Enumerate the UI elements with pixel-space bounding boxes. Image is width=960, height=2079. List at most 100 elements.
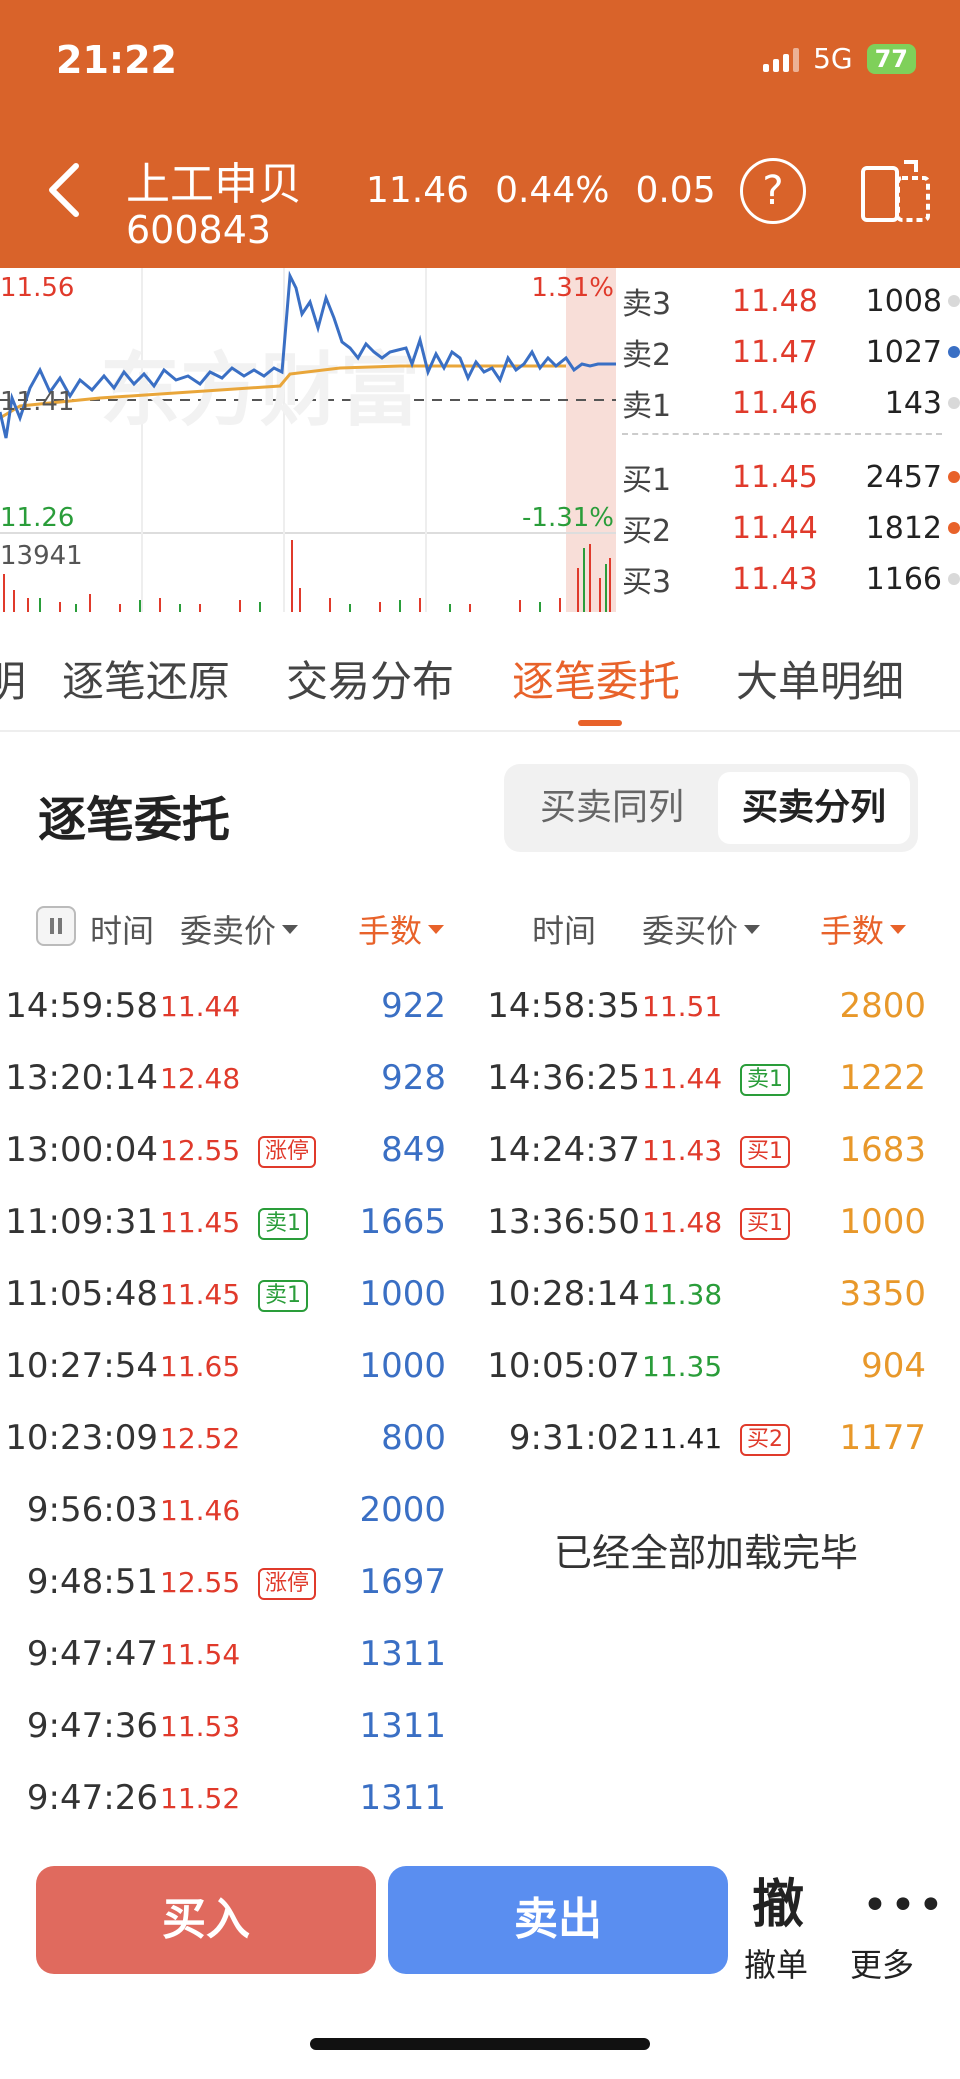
all-loaded-text: 已经全部加载完毕 <box>554 1531 859 1575</box>
order-quantity: 1311 <box>359 1778 446 1818</box>
order-time: 14:36:25 <box>487 1058 640 1098</box>
detail-tabs: 明 逐笔还原 交易分布 逐笔委托 大单明细 <box>0 612 960 732</box>
back-arrow-icon[interactable] <box>44 160 84 220</box>
order-book-sell-row[interactable]: 卖2 11.47 1027 <box>622 327 960 377</box>
order-row[interactable]: 14:36:25 11.44 卖1 1222 <box>480 1050 926 1110</box>
order-price: 11.45 <box>160 1206 241 1239</box>
order-quantity: 1311 <box>359 1706 446 1746</box>
order-row[interactable]: 14:58:35 11.51 2800 <box>480 978 926 1038</box>
level-volume: 2457 <box>865 459 942 495</box>
tab-tick-restore[interactable]: 逐笔还原 <box>62 648 230 709</box>
order-book-buy-row[interactable]: 买1 11.45 2457 <box>622 452 960 502</box>
order-time: 10:27:54 <box>5 1346 158 1386</box>
tab-trade-distribution[interactable]: 交易分布 <box>286 648 454 709</box>
order-quantity: 928 <box>381 1058 446 1098</box>
more-label[interactable]: 更多 <box>850 1940 914 1986</box>
tab-active-indicator <box>578 720 622 726</box>
left-qty-sort[interactable]: 手数 <box>358 906 445 952</box>
order-row[interactable]: 10:27:54 11.65 1000 <box>0 1338 446 1398</box>
caret-down-icon <box>890 924 907 934</box>
seg-same-column[interactable]: 买卖同列 <box>512 772 712 844</box>
order-book-buy-row[interactable]: 买3 11.43 1166 <box>622 554 960 604</box>
section-title: 逐笔委托 <box>38 792 231 848</box>
tab-tick-orders[interactable]: 逐笔委托 <box>512 648 680 709</box>
order-book-buy-row[interactable]: 买2 11.44 1812 <box>622 503 960 553</box>
right-price-sort[interactable]: 委买价 <box>642 906 761 952</box>
order-quantity: 2800 <box>839 986 926 1026</box>
order-badge: 涨停 <box>258 1136 317 1168</box>
level-label: 卖2 <box>622 338 672 373</box>
level-price: 11.43 <box>732 561 818 597</box>
volume-bars <box>3 540 611 612</box>
order-price: 11.35 <box>642 1350 723 1383</box>
order-quantity: 1697 <box>359 1562 446 1602</box>
chart-area[interactable]: 东方财富 11.56 1.31% 11.41 11.26 -1.31% 1394… <box>0 268 960 612</box>
order-badge: 卖1 <box>740 1064 790 1096</box>
level-label: 卖3 <box>622 287 672 322</box>
order-price: 11.43 <box>642 1134 723 1167</box>
intraday-chart[interactable]: 东方财富 11.56 1.31% 11.41 11.26 -1.31% 1394… <box>0 268 620 612</box>
order-row[interactable]: 9:56:03 11.46 2000 <box>0 1482 446 1542</box>
order-row[interactable]: 9:48:51 12.55 涨停 1697 <box>0 1554 446 1614</box>
cancel-order-label[interactable]: 撤单 <box>744 1940 808 1986</box>
order-quantity: 1665 <box>359 1202 446 1242</box>
mid-price-label: 11.41 <box>0 387 74 417</box>
order-book-sell-row[interactable]: 卖1 11.46 143 <box>622 378 960 428</box>
order-row[interactable]: 11:09:31 11.45 卖1 1665 <box>0 1194 446 1254</box>
more-icon[interactable]: ••• <box>862 1880 946 1931</box>
order-row[interactable]: 10:28:14 11.38 3350 <box>480 1266 926 1326</box>
order-book-separator <box>622 433 942 435</box>
low-price-label: 11.26 <box>0 503 74 533</box>
left-time-header: 时间 <box>90 912 155 950</box>
caret-down-icon <box>428 924 445 934</box>
order-badge: 买2 <box>740 1424 790 1456</box>
switch-screen-icon[interactable] <box>860 158 932 224</box>
view-mode-toggle: 买卖同列 买卖分列 <box>504 764 918 852</box>
order-price: 11.44 <box>160 990 241 1023</box>
level-dot-icon <box>948 346 960 358</box>
level-dot-icon <box>948 522 960 534</box>
right-qty-sort[interactable]: 手数 <box>820 906 907 952</box>
order-quantity: 1177 <box>839 1418 926 1458</box>
help-icon[interactable]: ? <box>740 158 806 224</box>
order-quantity: 1000 <box>359 1274 446 1314</box>
order-row[interactable]: 9:47:26 11.52 1311 <box>0 1770 446 1830</box>
order-badge: 卖1 <box>258 1208 308 1240</box>
order-row[interactable]: 13:36:50 11.48 买1 1000 <box>480 1194 926 1254</box>
stock-name: 上工申贝 <box>126 159 302 210</box>
order-row[interactable]: 10:05:07 11.35 904 <box>480 1338 926 1398</box>
left-price-sort[interactable]: 委卖价 <box>180 906 299 952</box>
low-pct-label: -1.31% <box>522 503 614 533</box>
order-row[interactable]: 10:23:09 12.52 800 <box>0 1410 446 1470</box>
order-row[interactable]: 13:00:04 12.55 涨停 849 <box>0 1122 446 1182</box>
buy-button[interactable]: 买入 <box>36 1866 376 1974</box>
order-row[interactable]: 11:05:48 11.45 卖1 1000 <box>0 1266 446 1326</box>
order-time: 9:47:47 <box>26 1634 158 1674</box>
order-book[interactable]: 卖3 11.48 1008 卖2 11.47 1027 卖1 11.46 143 买1 11.45 2… <box>622 268 960 612</box>
order-quantity: 1000 <box>839 1202 926 1242</box>
order-row[interactable]: 9:47:36 11.53 1311 <box>0 1698 446 1758</box>
order-time: 11:09:31 <box>5 1202 158 1242</box>
level-dot-icon <box>948 471 960 483</box>
change-percent: 0.44% <box>495 170 610 211</box>
order-row[interactable]: 9:47:47 11.54 1311 <box>0 1626 446 1686</box>
seg-split-column[interactable]: 买卖分列 <box>718 772 910 844</box>
pause-icon[interactable] <box>36 906 76 946</box>
tab-partial[interactable]: 明 <box>0 648 26 709</box>
order-row[interactable]: 14:59:58 11.44 922 <box>0 978 446 1038</box>
level-volume: 1008 <box>865 283 942 319</box>
order-price: 11.41 <box>642 1422 723 1455</box>
order-time: 14:58:35 <box>487 986 640 1026</box>
order-price: 12.55 <box>160 1566 241 1599</box>
cancel-order-icon[interactable]: 撤 <box>752 1862 804 1937</box>
level-volume: 1812 <box>865 510 942 546</box>
order-row[interactable]: 14:24:37 11.43 买1 1683 <box>480 1122 926 1182</box>
order-row[interactable]: 13:20:14 12.48 928 <box>0 1050 446 1110</box>
order-price: 11.48 <box>642 1206 723 1239</box>
order-time: 13:36:50 <box>487 1202 640 1242</box>
header-bar: 21:22 5G 77 上工申贝 600843 11.46 0.44% 0.05… <box>0 0 960 268</box>
sell-button[interactable]: 卖出 <box>388 1866 728 1974</box>
order-row[interactable]: 9:31:02 11.41 买2 1177 <box>480 1410 926 1470</box>
tab-large-orders[interactable]: 大单明细 <box>736 648 904 709</box>
order-book-sell-row[interactable]: 卖3 11.48 1008 <box>622 276 960 326</box>
